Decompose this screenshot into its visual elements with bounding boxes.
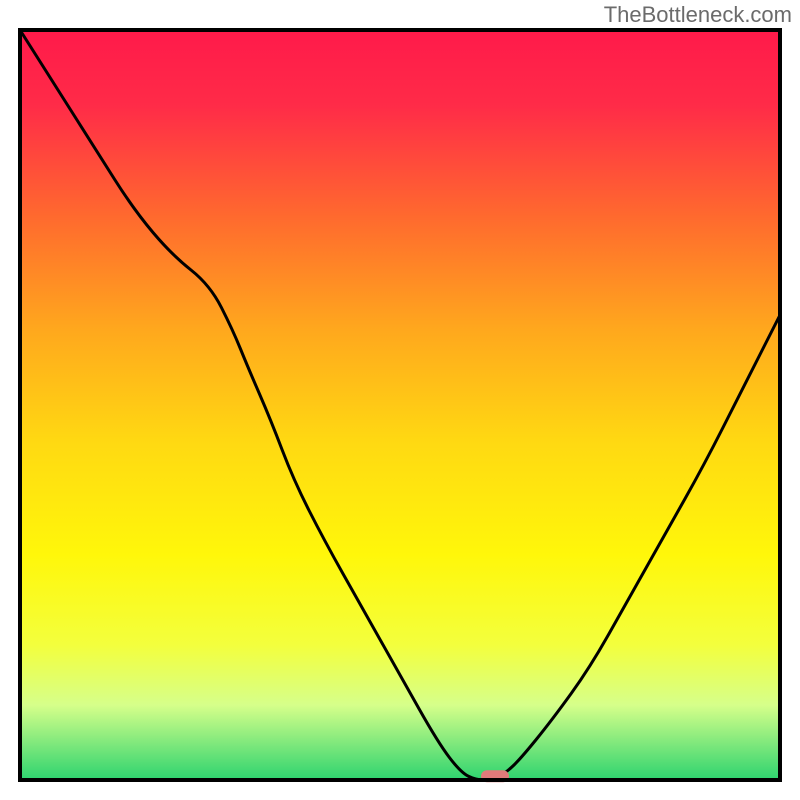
bottleneck-chart: TheBottleneck.com	[0, 0, 800, 800]
gradient-background	[20, 30, 780, 780]
chart-svg	[0, 0, 800, 800]
watermark-label: TheBottleneck.com	[604, 2, 792, 28]
